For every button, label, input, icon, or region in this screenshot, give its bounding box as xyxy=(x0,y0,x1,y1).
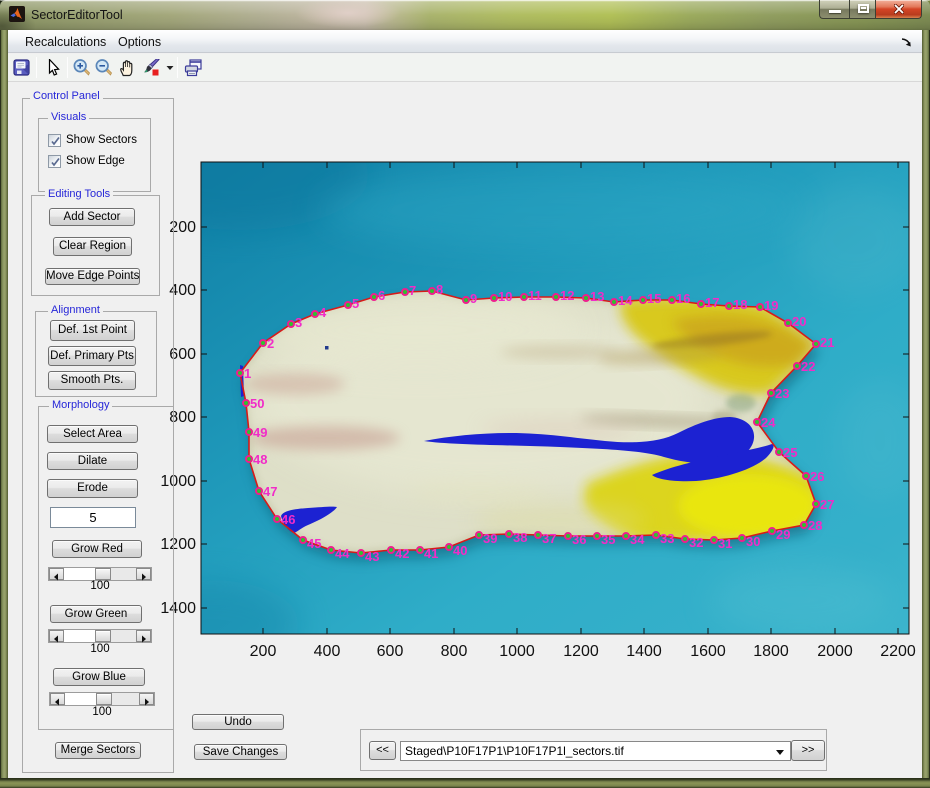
svg-text:10: 10 xyxy=(498,289,512,304)
svg-text:21: 21 xyxy=(820,335,834,350)
svg-text:45: 45 xyxy=(307,536,321,551)
svg-text:24: 24 xyxy=(761,415,776,430)
svg-text:23: 23 xyxy=(775,386,789,401)
svg-text:19: 19 xyxy=(764,298,778,313)
svg-text:42: 42 xyxy=(395,546,409,561)
svg-text:4: 4 xyxy=(319,305,327,320)
svg-text:1800: 1800 xyxy=(753,643,789,660)
svg-text:12: 12 xyxy=(560,288,574,303)
svg-text:6: 6 xyxy=(378,288,385,303)
svg-text:1400: 1400 xyxy=(626,643,662,660)
svg-text:600: 600 xyxy=(377,643,404,660)
svg-text:8: 8 xyxy=(436,282,443,297)
svg-text:20: 20 xyxy=(792,314,806,329)
svg-text:38: 38 xyxy=(513,530,527,545)
svg-text:35: 35 xyxy=(601,532,615,547)
svg-text:2: 2 xyxy=(267,336,274,351)
svg-text:49: 49 xyxy=(253,425,267,440)
svg-text:29: 29 xyxy=(776,527,790,542)
svg-text:28: 28 xyxy=(808,518,822,533)
svg-text:39: 39 xyxy=(483,531,497,546)
svg-text:5: 5 xyxy=(352,296,359,311)
svg-text:32: 32 xyxy=(689,535,703,550)
svg-text:47: 47 xyxy=(263,484,277,499)
svg-text:25: 25 xyxy=(783,445,797,460)
svg-text:17: 17 xyxy=(705,295,719,310)
svg-text:9: 9 xyxy=(470,291,477,306)
svg-text:13: 13 xyxy=(590,289,604,304)
svg-text:44: 44 xyxy=(335,546,350,561)
svg-text:36: 36 xyxy=(572,532,586,547)
svg-text:46: 46 xyxy=(281,512,295,527)
svg-text:1000: 1000 xyxy=(499,643,535,660)
svg-text:41: 41 xyxy=(424,546,438,561)
svg-text:27: 27 xyxy=(820,497,834,512)
svg-text:22: 22 xyxy=(801,359,815,374)
svg-text:26: 26 xyxy=(810,469,824,484)
svg-text:48: 48 xyxy=(253,452,267,467)
svg-text:16: 16 xyxy=(676,291,690,306)
svg-text:400: 400 xyxy=(314,643,341,660)
svg-text:2000: 2000 xyxy=(817,643,853,660)
svg-text:37: 37 xyxy=(542,531,556,546)
svg-text:33: 33 xyxy=(660,531,674,546)
svg-text:50: 50 xyxy=(250,396,264,411)
svg-text:30: 30 xyxy=(746,534,760,549)
svg-text:43: 43 xyxy=(365,549,379,564)
svg-text:1200: 1200 xyxy=(563,643,599,660)
svg-text:2200: 2200 xyxy=(880,643,916,660)
svg-text:11: 11 xyxy=(528,288,542,303)
svg-text:200: 200 xyxy=(250,643,277,660)
svg-text:31: 31 xyxy=(718,536,732,551)
svg-text:40: 40 xyxy=(453,543,467,558)
svg-text:800: 800 xyxy=(441,643,468,660)
svg-text:1: 1 xyxy=(244,366,251,381)
svg-text:34: 34 xyxy=(630,532,645,547)
svg-text:18: 18 xyxy=(733,297,747,312)
svg-text:3: 3 xyxy=(295,315,302,330)
svg-text:15: 15 xyxy=(647,291,661,306)
svg-text:7: 7 xyxy=(409,283,416,298)
svg-text:1600: 1600 xyxy=(690,643,726,660)
svg-text:14: 14 xyxy=(618,293,633,308)
